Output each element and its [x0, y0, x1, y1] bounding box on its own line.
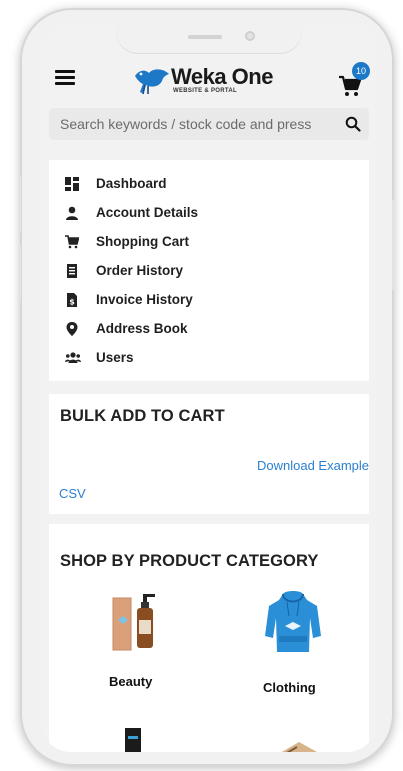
clothing-product-image — [265, 591, 321, 652]
logo-title: Weka One — [171, 64, 273, 89]
menu-item-address-book[interactable]: Address Book — [49, 316, 369, 344]
device-notch — [116, 22, 302, 54]
menu-item-dashboard[interactable]: Dashboard — [49, 171, 369, 199]
speaker-grille — [188, 35, 222, 39]
category-item-partial[interactable] — [121, 722, 151, 752]
weka-bird-icon — [135, 69, 169, 95]
download-example-link[interactable]: Download Example — [257, 458, 369, 473]
weka-one-logo[interactable]: Weka One WEBSITE & PORTAL — [133, 64, 283, 98]
account-menu: Dashboard Account Details Shopping Cart … — [49, 160, 369, 381]
search-icon[interactable] — [345, 116, 361, 132]
menu-item-label: Shopping Cart — [96, 234, 189, 249]
logo-subtitle: WEBSITE & PORTAL — [173, 88, 238, 94]
menu-item-users[interactable]: Users — [49, 345, 369, 373]
search-bar — [49, 108, 369, 140]
cart-count-badge: 10 — [352, 62, 370, 80]
map-pin-icon — [66, 322, 78, 336]
app-screen: Weka One WEBSITE & PORTAL 10 Dashboa — [41, 22, 377, 752]
beauty-product-image — [112, 594, 155, 651]
menu-item-label: Dashboard — [96, 176, 167, 191]
invoice-icon: $ — [67, 293, 77, 307]
dashboard-icon — [65, 177, 79, 191]
bulk-add-panel: BULK ADD TO CART Download Example CSV — [49, 394, 369, 514]
side-button — [18, 175, 21, 233]
category-beauty[interactable]: Beauty — [101, 590, 201, 694]
menu-item-label: Users — [96, 350, 134, 365]
category-label: Beauty — [109, 674, 153, 689]
cart-icon — [65, 235, 79, 249]
menu-item-label: Address Book — [96, 321, 188, 336]
search-input[interactable] — [49, 108, 339, 140]
product-pouch-image — [125, 728, 141, 752]
shop-category-title: SHOP BY PRODUCT CATEGORY — [60, 552, 319, 570]
shop-by-category-panel: SHOP BY PRODUCT CATEGORY Beauty Clothing — [49, 524, 369, 752]
menu-item-account-details[interactable]: Account Details — [49, 200, 369, 228]
user-icon — [66, 206, 78, 220]
category-clothing[interactable]: Clothing — [259, 590, 359, 700]
product-box-image — [281, 742, 317, 752]
category-item-partial[interactable] — [271, 736, 321, 752]
category-label: Clothing — [263, 680, 316, 695]
svg-text:$: $ — [69, 298, 75, 307]
menu-item-invoice-history[interactable]: $ Invoice History — [49, 287, 369, 315]
download-example-link-csv[interactable]: CSV — [59, 486, 86, 501]
hamburger-menu-icon[interactable] — [55, 70, 75, 86]
menu-item-order-history[interactable]: Order History — [49, 258, 369, 286]
users-icon — [65, 352, 81, 363]
menu-item-shopping-cart[interactable]: Shopping Cart — [49, 229, 369, 257]
front-camera — [245, 31, 255, 41]
clipboard-icon — [67, 264, 77, 278]
menu-item-label: Order History — [96, 263, 184, 278]
cart-button[interactable]: 10 — [338, 62, 370, 96]
bulk-add-title: BULK ADD TO CART — [60, 407, 225, 425]
menu-item-label: Account Details — [96, 205, 199, 220]
app-header: Weka One WEBSITE & PORTAL 10 — [41, 58, 377, 108]
menu-item-label: Invoice History — [96, 292, 193, 307]
side-button — [392, 200, 395, 290]
side-button — [18, 245, 21, 303]
